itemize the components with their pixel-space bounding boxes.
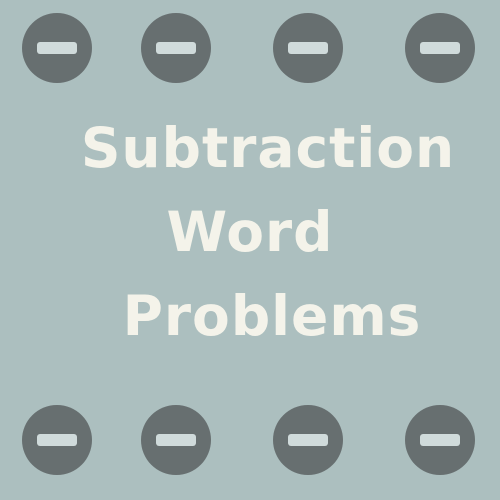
top-minus-badge-row bbox=[0, 13, 500, 83]
title-line-problems: Problems bbox=[122, 284, 422, 348]
minus-bar bbox=[37, 434, 77, 446]
minus-bar bbox=[156, 434, 196, 446]
minus-bar bbox=[288, 434, 328, 446]
minus-bar bbox=[420, 42, 460, 54]
title-line-word: Word bbox=[166, 200, 334, 264]
minus-circle-icon bbox=[273, 405, 343, 475]
bottom-minus-badge-row bbox=[0, 405, 500, 475]
minus-circle-icon bbox=[141, 405, 211, 475]
minus-circle-icon bbox=[405, 405, 475, 475]
minus-circle-icon bbox=[141, 13, 211, 83]
minus-bar bbox=[37, 42, 77, 54]
minus-circle-icon bbox=[22, 13, 92, 83]
minus-circle-icon bbox=[273, 13, 343, 83]
minus-circle-icon bbox=[22, 405, 92, 475]
minus-bar bbox=[420, 434, 460, 446]
title-line-subtraction: Subtraction bbox=[80, 116, 456, 180]
minus-bar bbox=[288, 42, 328, 54]
minus-circle-icon bbox=[405, 13, 475, 83]
minus-bar bbox=[156, 42, 196, 54]
page-title: Subtraction Word Problems bbox=[0, 106, 500, 358]
